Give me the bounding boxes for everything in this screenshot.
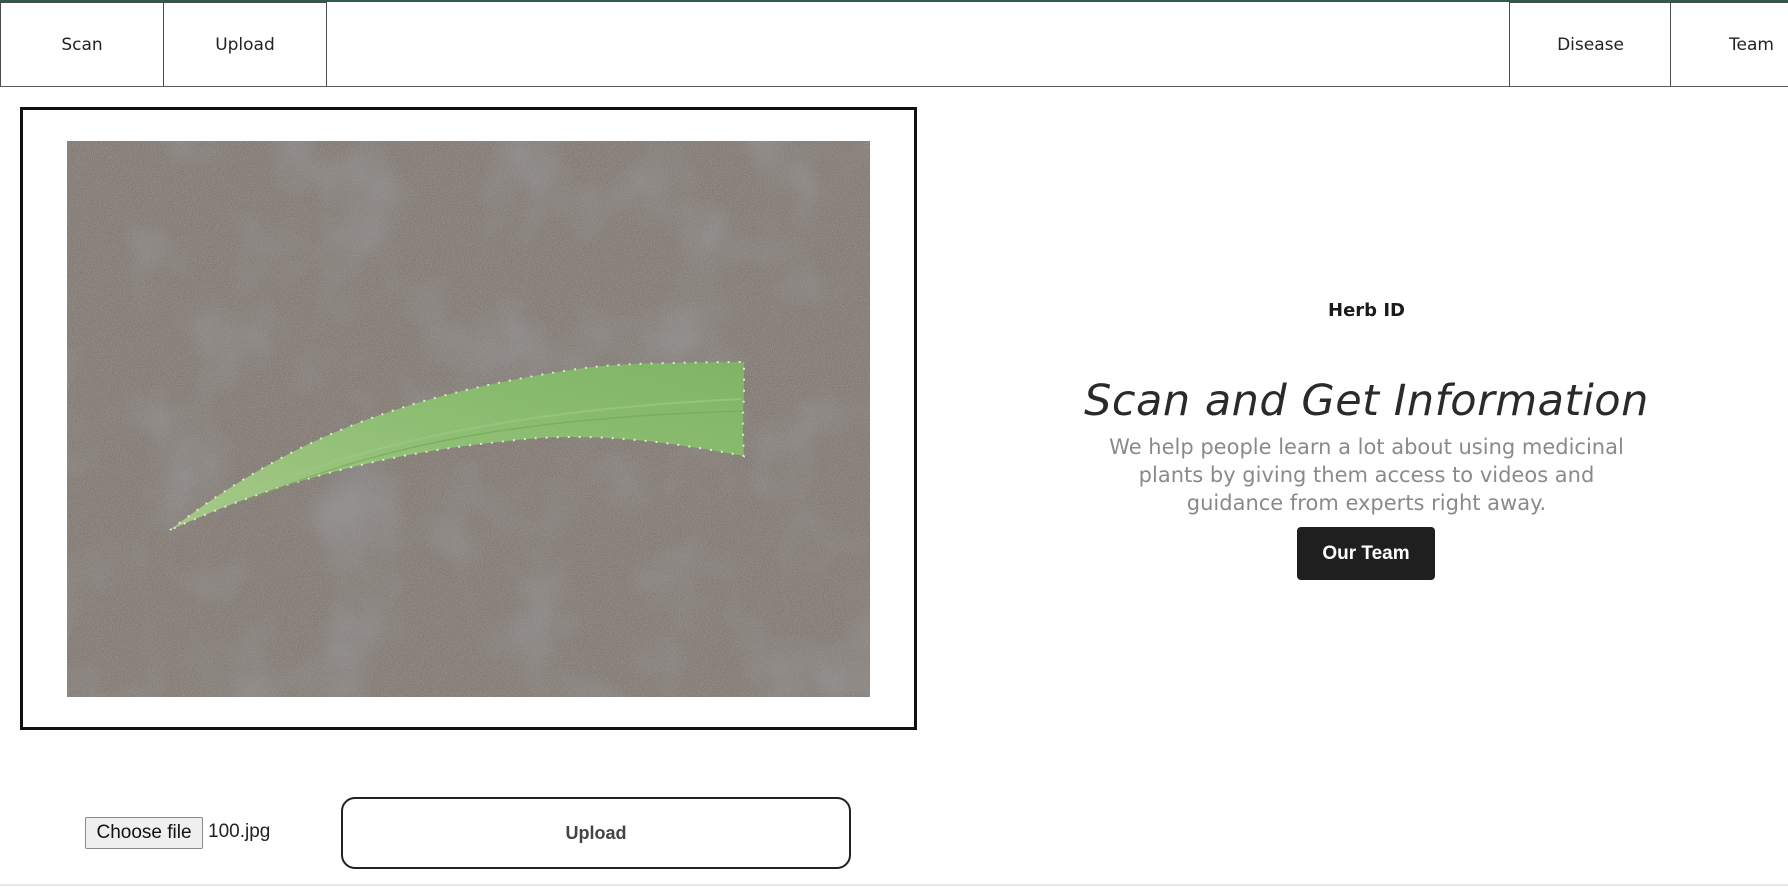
nav-disease-label: Disease [1557, 34, 1624, 55]
nav-upload-label: Upload [215, 34, 275, 55]
bottom-divider [0, 884, 1788, 886]
nav-upload[interactable]: Upload [163, 2, 327, 86]
our-team-button[interactable]: Our Team [1297, 527, 1435, 580]
nav-team[interactable]: Team [1670, 2, 1788, 86]
top-navbar: Scan Upload Disease Team [0, 2, 1788, 87]
hero-description: We help people learn a lot about using m… [1109, 435, 1624, 515]
selected-file-name: 100.jpg [208, 821, 271, 842]
nav-scan-label: Scan [61, 34, 103, 55]
upload-submit-button[interactable]: Upload [341, 797, 851, 869]
nav-disease[interactable]: Disease [1509, 2, 1672, 86]
choose-file-button[interactable]: Choose file [85, 817, 203, 849]
brand-eyebrow: Herb ID [1328, 300, 1405, 321]
choose-file-label: Choose file [96, 822, 192, 843]
uploaded-plant-image [67, 141, 870, 697]
nav-team-label: Team [1729, 34, 1774, 55]
nav-scan[interactable]: Scan [0, 2, 164, 86]
hero-title: Scan and Get Information [1084, 375, 1649, 426]
